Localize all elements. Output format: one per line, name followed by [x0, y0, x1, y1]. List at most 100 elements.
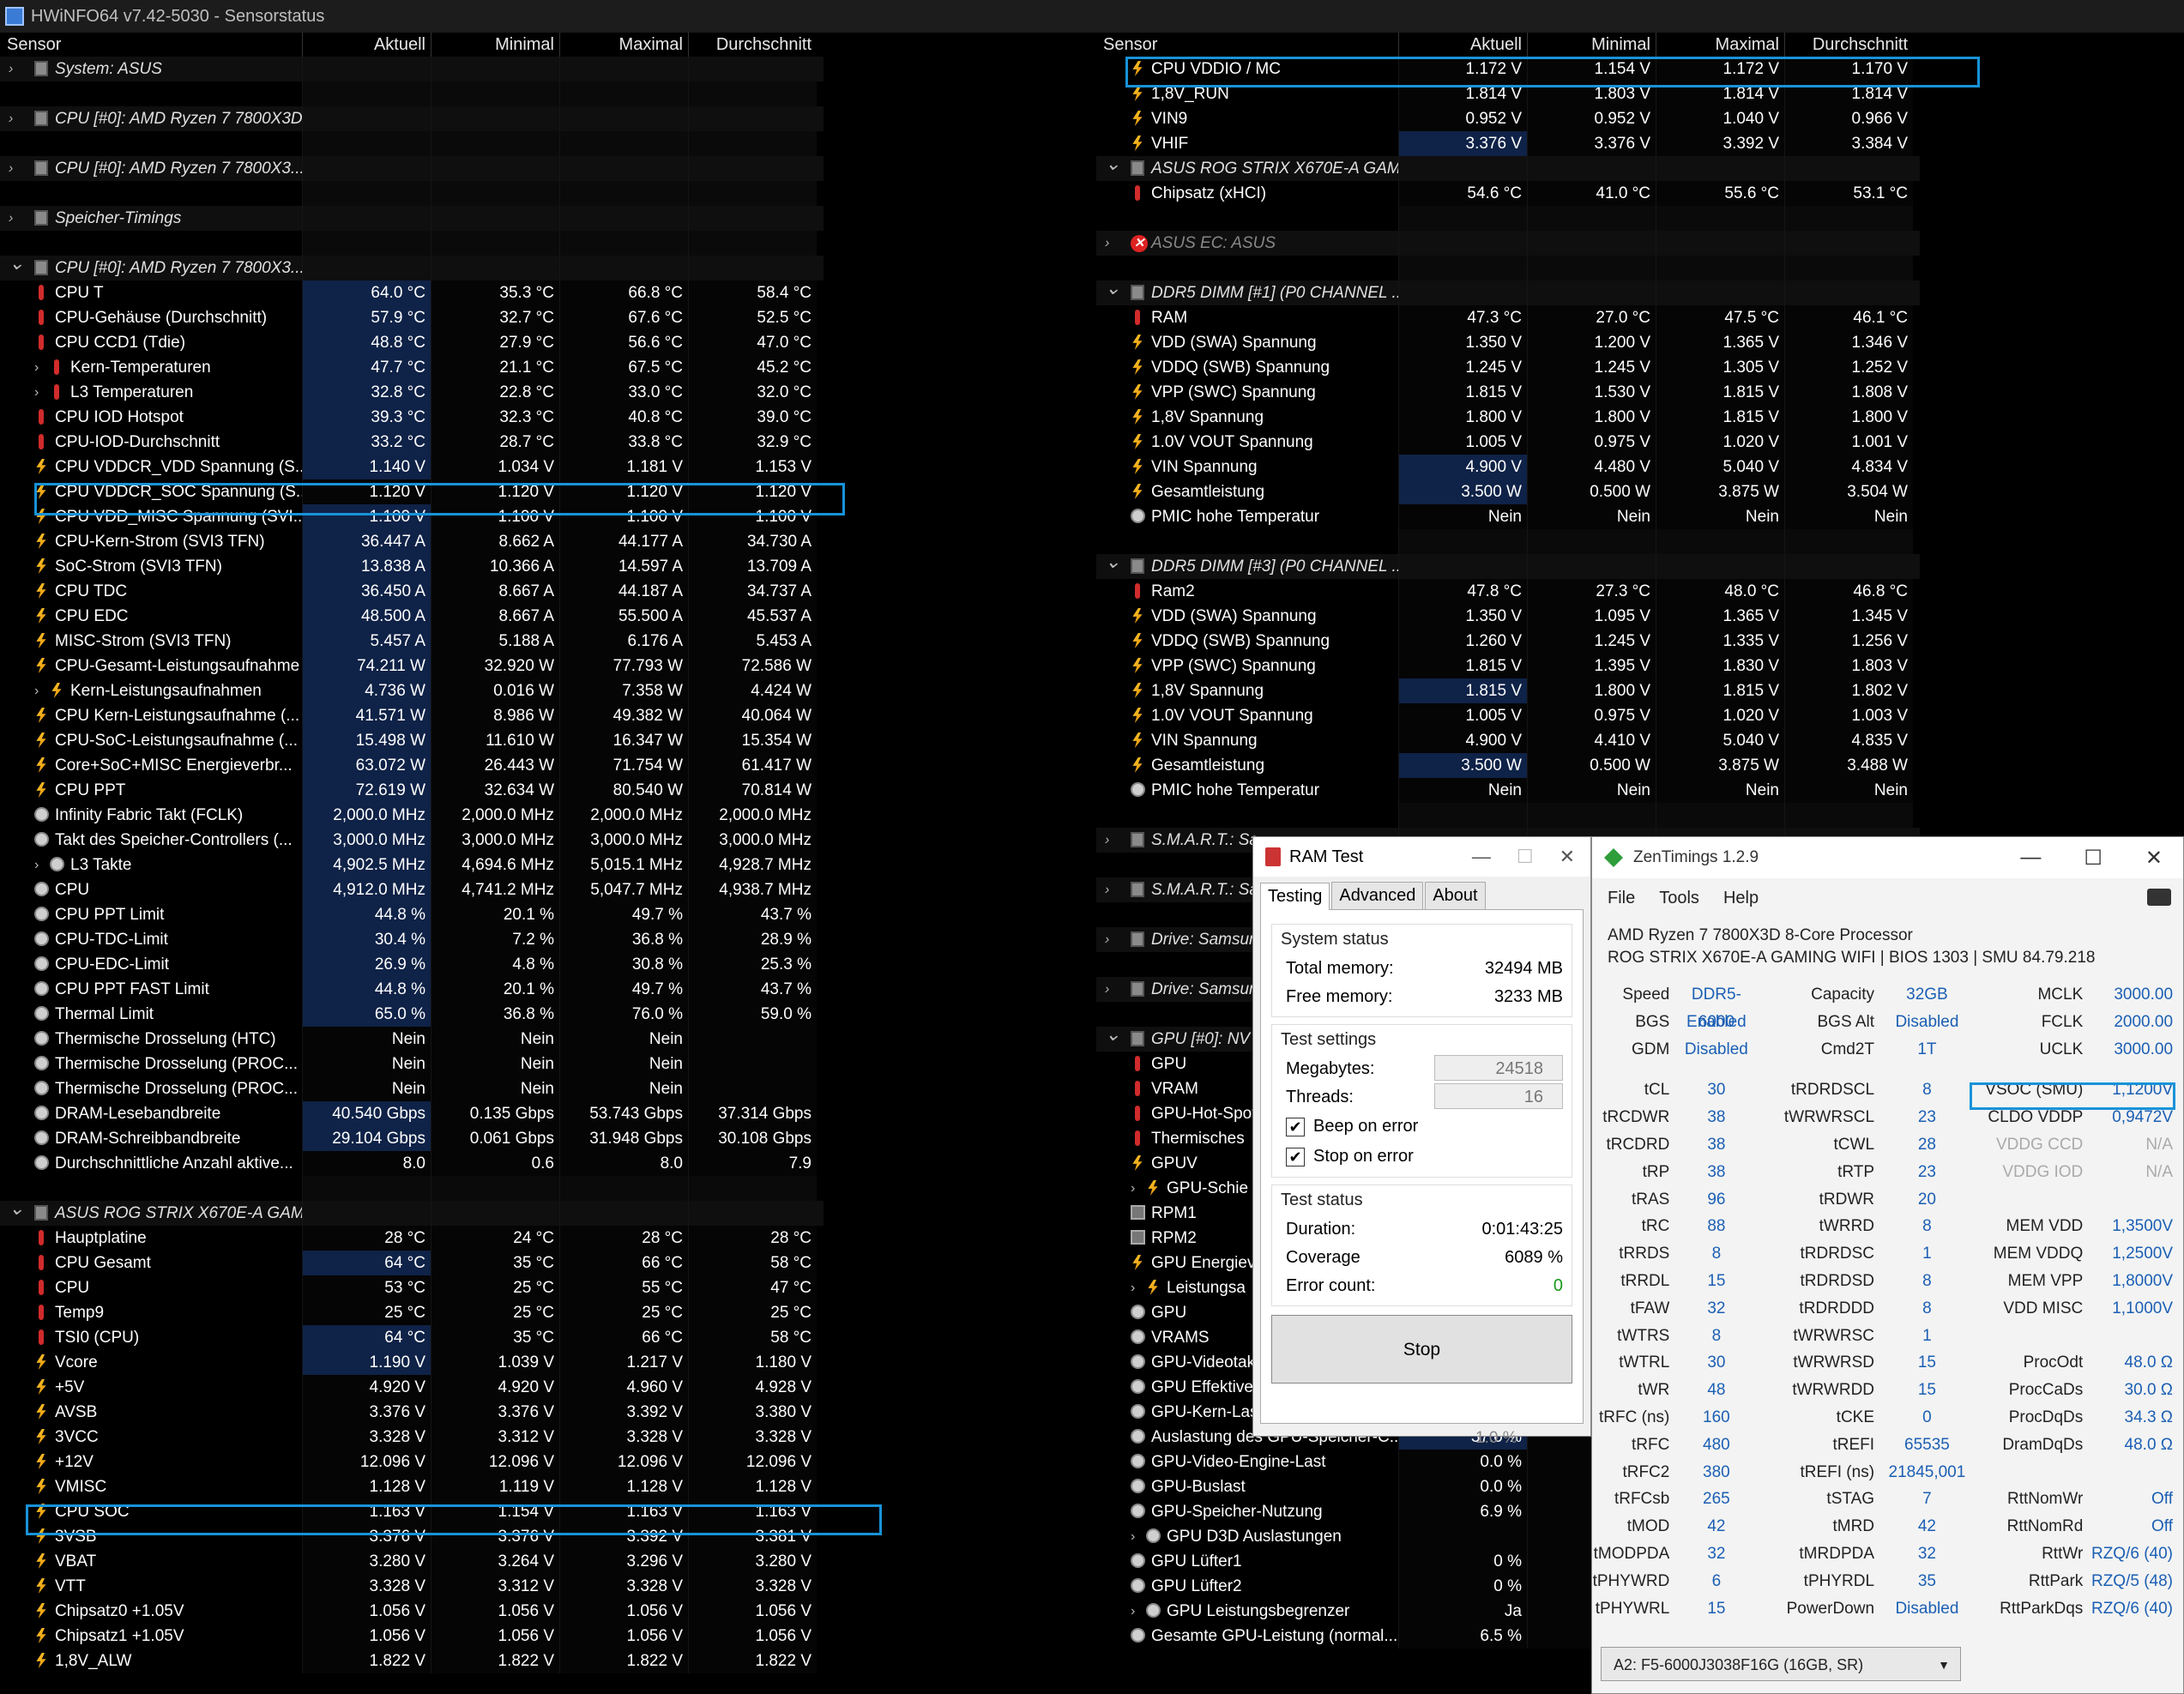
sensor-row[interactable]: CPU-Gesamt-Leistungsaufnahme 74.211 W 32.9… [0, 654, 824, 678]
sensor-group-row[interactable]: › CPU [#0]: AMD Ryzen 7 7800X3... [0, 156, 824, 181]
sensor-row[interactable]: SoC-Strom (SVI3 TFN) 13.838 A 10.366 A 14.5… [0, 554, 824, 579]
sensor-row[interactable]: VIN Spannung 4.900 V 4.480 V 5.040 V 4.834 V [1096, 455, 1920, 479]
sensor-row[interactable]: Chipsatz (xHCI) 54.6 °C 41.0 °C 55.6 °C 53.1… [1096, 181, 1920, 206]
sensor-row[interactable]: Chipsatz1 +1.05V 1.056 V 1.056 V 1.056 V 1.0… [0, 1624, 824, 1649]
chevron-right-icon[interactable]: › [9, 156, 13, 181]
sensor-row[interactable]: CPU T 64.0 °C 35.3 °C 66.8 °C 58.4 °C [0, 280, 824, 305]
stop-on-error-checkbox[interactable]: ✔ Stop on error [1281, 1142, 1563, 1172]
sensor-row[interactable]: DRAM-Lesebandbreite 40.540 Gbps 0.135 Gbps… [0, 1101, 824, 1126]
sensor-row[interactable]: +12V 12.096 V 12.096 V 12.096 V 12.096 V [0, 1450, 824, 1474]
chevron-right-icon[interactable]: › [1131, 1524, 1135, 1549]
sensor-row[interactable]: VMISC 1.128 V 1.119 V 1.128 V 1.128 V [0, 1474, 824, 1499]
sensor-row[interactable]: +5V 4.920 V 4.920 V 4.960 V 4.928 V [0, 1375, 824, 1400]
sensor-row[interactable]: CPU 53 °C 25 °C 55 °C 47 °C [0, 1275, 824, 1300]
sensor-row[interactable]: Gesamtleistung 3.500 W 0.500 W 3.875 W 3.488… [1096, 753, 1920, 778]
sensor-row[interactable]: CPU-Kern-Strom (SVI3 TFN) 36.447 A 8.662 A… [0, 529, 824, 554]
sensor-row[interactable]: Temp9 25 °C 25 °C 25 °C 25 °C [0, 1300, 824, 1325]
sensor-row[interactable]: › Kern-Temperaturen 47.7 °C 21.1 °C 67.5 °C 4… [0, 355, 824, 380]
sensor-row[interactable]: Vcore 1.190 V 1.039 V 1.217 V 1.180 V [0, 1350, 824, 1375]
screenshot-camera-icon[interactable] [2147, 889, 2171, 906]
minimize-icon[interactable]: — [2020, 846, 2041, 871]
sensor-row[interactable]: CPU TDC 36.450 A 8.667 A 44.187 A 34.737 A [0, 579, 824, 604]
chevron-right-icon[interactable]: › [1131, 1275, 1135, 1300]
sensor-row[interactable]: Thermische Drosselung (PROC... Nein Nein Ne… [0, 1052, 824, 1076]
sensor-row[interactable]: 1.0V VOUT Spannung 1.005 V 0.975 V 1.020 V1… [1096, 703, 1920, 728]
chevron-down-icon[interactable]: ⌄ [1105, 554, 1120, 574]
chevron-down-icon[interactable]: ⌄ [1105, 156, 1120, 176]
memory-module-select[interactable]: A2: F5-6000J3038F16G (16GB, SR) ▼ [1601, 1647, 1961, 1681]
sensor-row[interactable]: CPU PPT 72.619 W 32.634 W 80.540 W 70.814 W [0, 778, 824, 803]
chevron-right-icon[interactable]: › [1105, 231, 1109, 256]
maximize-icon[interactable]: ☐ [1517, 846, 1534, 868]
col-durchschnitt[interactable]: Durchschnitt [1784, 33, 1913, 57]
tab-about[interactable]: About [1425, 882, 1486, 909]
sensor-row[interactable]: VDDQ (SWB) Spannung 1.260 V 1.245 V 1.335 V… [1096, 629, 1920, 654]
col-aktuell[interactable]: Aktuell [302, 33, 431, 57]
sensor-row[interactable]: 3VCC 3.328 V 3.312 V 3.328 V 3.328 V [0, 1425, 824, 1450]
sensor-row[interactable]: Thermal Limit 65.0 % 36.8 % 76.0 % 59.0 % [0, 1002, 824, 1027]
sensor-row[interactable]: › L3 Temperaturen 32.8 °C 22.8 °C 33.0 °C 32.… [0, 380, 824, 405]
sensor-group-row[interactable]: › ✕ ASUS EC: ASUS [1096, 231, 1920, 256]
sensor-row[interactable]: CPU Gesamt 64 °C 35 °C 66 °C 58 °C [0, 1251, 824, 1275]
chevron-down-icon[interactable]: ⌄ [1105, 280, 1120, 300]
sensor-row[interactable]: VHIF 3.376 V 3.376 V 3.392 V 3.384 V [1096, 131, 1920, 156]
sensor-row[interactable]: 1.0V VOUT Spannung 1.005 V 0.975 V 1.020 V1… [1096, 430, 1920, 455]
col-maximal[interactable]: Maximal [1656, 33, 1784, 57]
sensor-row[interactable]: 1,8V Spannung 1.800 V 1.800 V 1.815 V 1.800 … [1096, 405, 1920, 430]
sensor-row[interactable]: VIN Spannung 4.900 V 4.410 V 5.040 V 4.835 V [1096, 728, 1920, 753]
sensor-row[interactable]: RAM 47.3 °C 27.0 °C 47.5 °C 46.1 °C [1096, 305, 1920, 330]
tab-advanced[interactable]: Advanced [1331, 882, 1424, 909]
close-icon[interactable]: ✕ [2145, 846, 2163, 871]
close-icon[interactable]: ✕ [1560, 846, 1575, 868]
sensor-row[interactable]: CPU-SoC-Leistungsaufnahme (... 15.498 W 11… [0, 728, 824, 753]
sensor-row[interactable]: VPP (SWC) Spannung 1.815 V 1.395 V 1.830 V1… [1096, 654, 1920, 678]
sensor-row[interactable]: DRAM-Schreibbandbreite 29.104 Gbps 0.061 G… [0, 1126, 824, 1151]
sensor-row[interactable]: AVSB 3.376 V 3.376 V 3.392 V 3.380 V [0, 1400, 824, 1425]
megabytes-input[interactable]: 24518 [1434, 1055, 1563, 1081]
col-minimal[interactable]: Minimal [431, 33, 559, 57]
sensor-row[interactable]: PMIC hohe Temperatur Nein Nein Nein Nein [1096, 504, 1920, 529]
sensor-row[interactable]: CPU VDDCR_VDD Spannung (S... 1.140 V 1.034… [0, 455, 824, 479]
chevron-right-icon[interactable]: › [1131, 1599, 1135, 1624]
chevron-down-icon[interactable]: ⌄ [1105, 1027, 1120, 1046]
sensor-group-row[interactable]: › System: ASUS [0, 57, 824, 81]
sensor-row[interactable]: MISC-Strom (SVI3 TFN) 5.457 A 5.188 A 6.176… [0, 629, 824, 654]
menu-file[interactable]: File [1608, 889, 1635, 908]
sensor-row[interactable]: › Kern-Leistungsaufnahmen 4.736 W 0.016 W 7.… [0, 678, 824, 703]
chevron-right-icon[interactable]: › [9, 106, 13, 131]
sensor-row[interactable]: Infinity Fabric Takt (FCLK) 2,000.0 MHz 2,… [0, 803, 824, 828]
zentimings-window[interactable]: ZenTimings 1.2.9 — ☐ ✕ File Tools Help A… [1591, 836, 2184, 1694]
sensor-row[interactable]: CPU-TDC-Limit 30.4 % 7.2 % 36.8 % 28.9 % [0, 927, 824, 952]
sensor-row[interactable]: Ram2 47.8 °C 27.3 °C 48.0 °C 46.8 °C [1096, 579, 1920, 604]
col-maximal[interactable]: Maximal [559, 33, 688, 57]
sensor-row[interactable]: CPU EDC 48.500 A 8.667 A 55.500 A 45.537 A [0, 604, 824, 629]
chevron-right-icon[interactable]: › [34, 853, 39, 877]
threads-input[interactable]: 16 [1434, 1083, 1563, 1109]
sensor-row[interactable]: CPU Kern-Leistungsaufnahme (... 41.571 W8… [0, 703, 824, 728]
sensor-row[interactable]: CPU 4,912.0 MHz 4,741.2 MHz 5,047.7 MHz 4,93… [0, 877, 824, 902]
sensor-row[interactable]: CPU-IOD-Durchschnitt 33.2 °C 28.7 °C 33.8 °… [0, 430, 824, 455]
minimize-icon[interactable]: — [1472, 846, 1491, 868]
sensor-row[interactable]: Chipsatz0 +1.05V 1.056 V 1.056 V 1.056 V 1.0… [0, 1599, 824, 1624]
chevron-right-icon[interactable]: › [1131, 1176, 1135, 1201]
zen-titlebar[interactable]: ZenTimings 1.2.9 — ☐ ✕ [1592, 837, 2183, 878]
col-aktuell[interactable]: Aktuell [1398, 33, 1527, 57]
chevron-down-icon[interactable]: ⌄ [9, 1201, 24, 1221]
chevron-right-icon[interactable]: › [9, 206, 13, 231]
sensor-pane-left[interactable]: Sensor Aktuell Minimal Maximal Durchschn… [0, 33, 824, 1694]
sensor-row[interactable]: 1,8V Spannung 1.815 V 1.800 V 1.815 V 1.802 … [1096, 678, 1920, 703]
tab-testing[interactable]: Testing [1260, 883, 1330, 910]
col-sensor[interactable]: Sensor [1096, 33, 1398, 57]
chevron-right-icon[interactable]: › [9, 57, 13, 81]
stop-button[interactable]: Stop [1271, 1315, 1572, 1384]
col-sensor[interactable]: Sensor [0, 33, 302, 57]
menu-help[interactable]: Help [1723, 889, 1759, 908]
menu-tools[interactable]: Tools [1659, 889, 1699, 908]
sensor-row[interactable]: VDD (SWA) Spannung 1.350 V 1.200 V 1.365 V1… [1096, 330, 1920, 355]
sensor-row[interactable]: Core+SoC+MISC Energieverbr... 63.072 W 26.… [0, 753, 824, 778]
sensor-row[interactable]: CPU IOD Hotspot 39.3 °C 32.3 °C 40.8 °C 39.0… [0, 405, 824, 430]
chevron-right-icon[interactable]: › [34, 380, 39, 405]
sensor-row[interactable]: Durchschnittliche Anzahl aktive... 8.0 0.6… [0, 1151, 824, 1176]
sensor-row[interactable]: PMIC hohe Temperatur Nein Nein Nein Nein [1096, 778, 1920, 803]
col-durchschnitt[interactable]: Durchschnitt [688, 33, 817, 57]
